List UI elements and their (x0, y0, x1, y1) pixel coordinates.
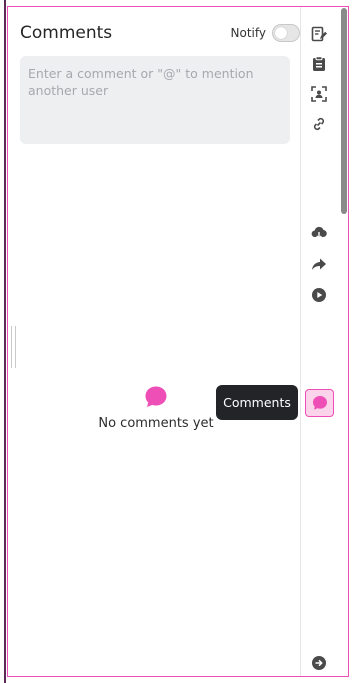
clipboard-button[interactable] (309, 54, 329, 74)
toggle-knob (275, 27, 287, 39)
notify-label: Notify (230, 26, 266, 40)
comments-tooltip: Comments (216, 385, 298, 420)
edit-note-icon (311, 26, 327, 42)
comment-bubble-icon (145, 386, 167, 407)
window-edge-line (4, 0, 6, 683)
download-button[interactable] (309, 223, 329, 243)
panel-title: Comments (20, 23, 113, 43)
link-icon (313, 117, 325, 131)
share-arrow-icon (312, 258, 326, 270)
right-toolbar (300, 7, 338, 676)
edit-note-button[interactable] (309, 24, 329, 44)
comments-header: Comments Notify (20, 23, 300, 49)
scrollbar-thumb[interactable] (341, 8, 347, 214)
arrow-right-circle-icon (312, 656, 326, 670)
comments-panel: Comments Notify Enter a comment or "@" t… (8, 7, 300, 676)
share-button[interactable] (309, 254, 329, 274)
comment-icon (312, 396, 327, 410)
play-button[interactable] (309, 285, 329, 305)
capture-button[interactable] (309, 84, 329, 104)
cloud-download-icon (311, 226, 327, 240)
link-button[interactable] (309, 114, 329, 134)
comment-input[interactable]: Enter a comment or "@" to mention anothe… (20, 56, 290, 144)
screenshot-user-icon (311, 86, 327, 102)
play-icon (312, 288, 326, 302)
next-button[interactable] (309, 653, 329, 673)
clipboard-icon (313, 56, 325, 71)
left-edge (0, 0, 6, 683)
notify-toggle[interactable] (272, 24, 300, 42)
comments-button[interactable] (305, 389, 334, 417)
